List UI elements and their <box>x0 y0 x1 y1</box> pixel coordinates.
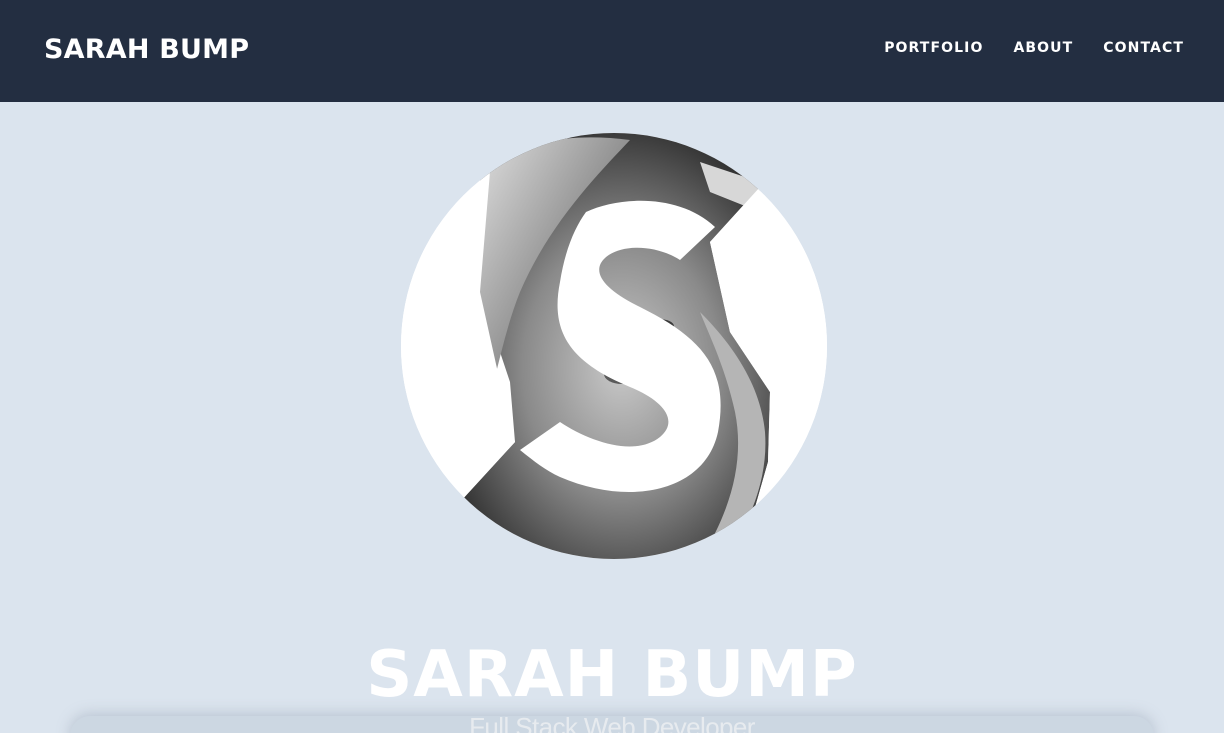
content-card-edge <box>70 716 1154 733</box>
nav-link-contact[interactable]: CONTACT <box>1103 38 1184 58</box>
hero-title: SARAH BUMP <box>366 637 858 712</box>
brand-logo-link[interactable]: SARAH BUMP <box>44 31 249 69</box>
profile-avatar <box>400 132 828 560</box>
nav-link-portfolio[interactable]: PORTFOLIO <box>884 38 983 58</box>
s-monogram-photo-icon <box>401 133 827 559</box>
nav-links: PORTFOLIO ABOUT CONTACT <box>884 38 1184 58</box>
nav-link-about[interactable]: ABOUT <box>1013 38 1073 58</box>
top-navbar: SARAH BUMP PORTFOLIO ABOUT CONTACT <box>0 0 1224 102</box>
